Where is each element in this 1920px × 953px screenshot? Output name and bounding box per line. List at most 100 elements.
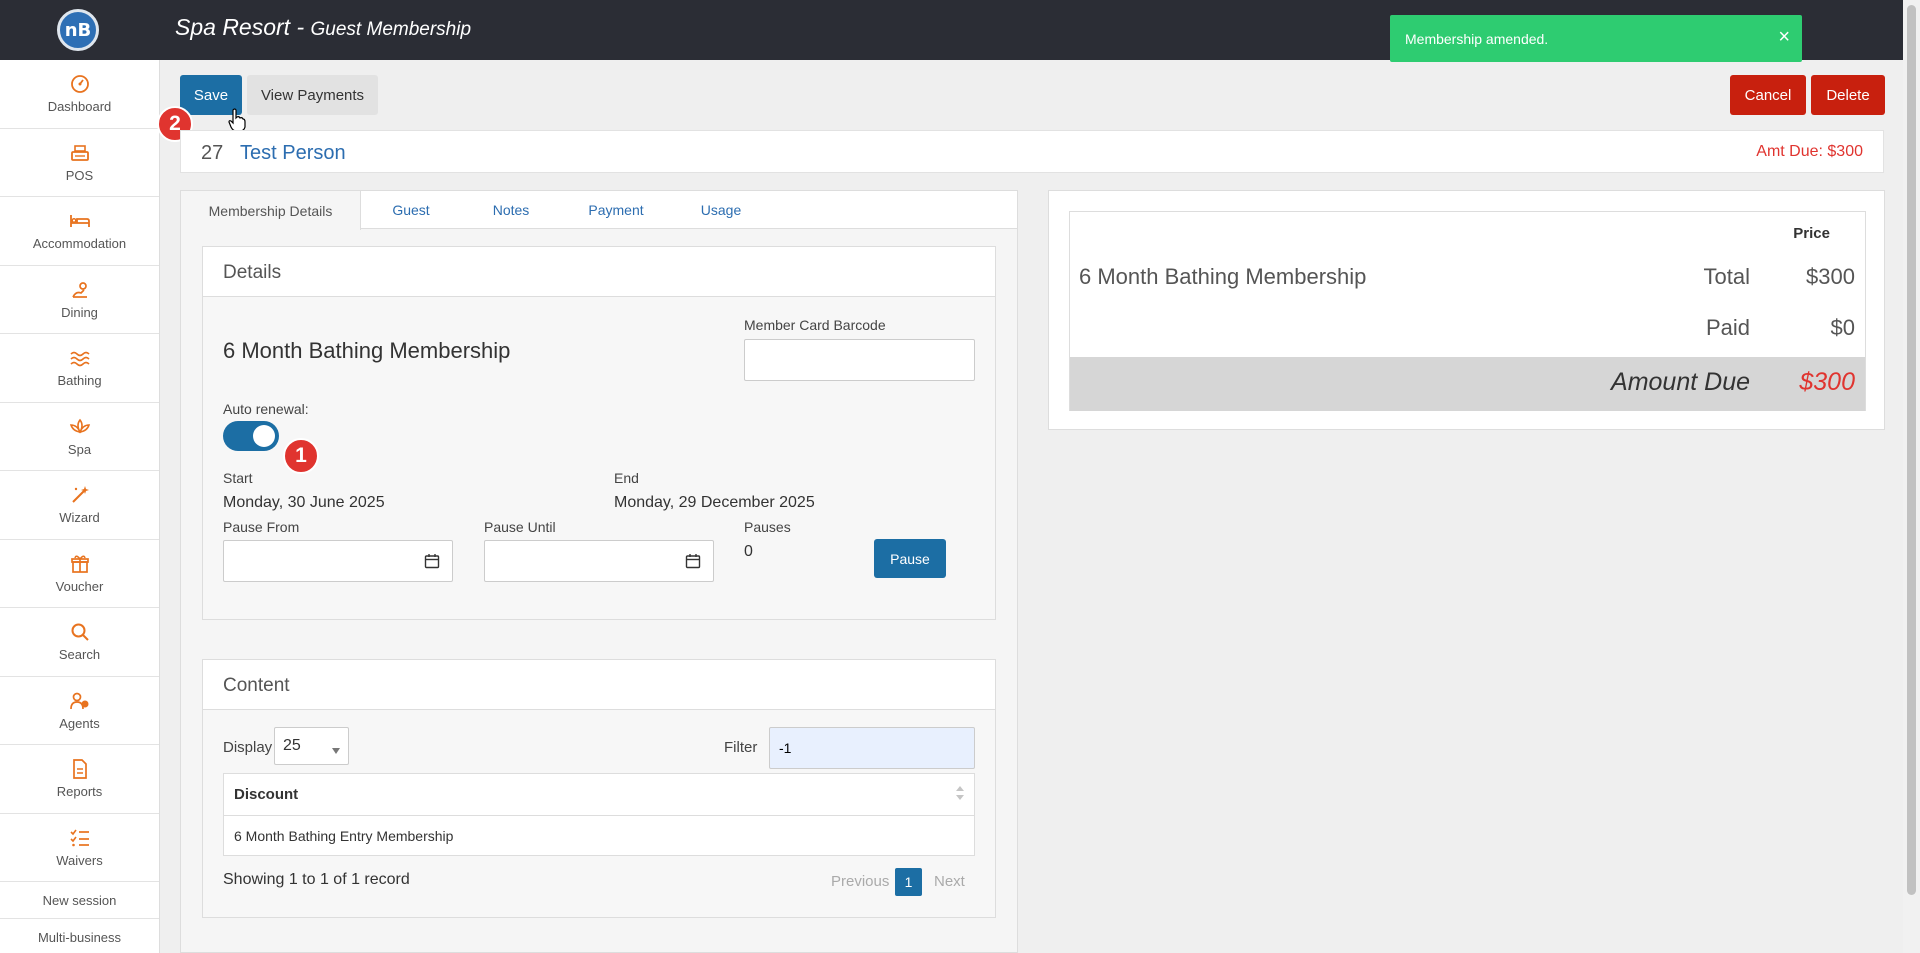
guest-name-link[interactable]: Test Person xyxy=(240,142,346,165)
sidebar-item-label: Dashboard xyxy=(47,99,112,115)
page-scrollbar[interactable] xyxy=(1903,0,1920,953)
filter-input[interactable] xyxy=(769,727,975,769)
person-header: 27 Test Person Amt Due: $300 xyxy=(180,130,1884,173)
previous-page-button[interactable]: Previous xyxy=(831,873,889,890)
calendar-icon[interactable] xyxy=(424,553,440,574)
table-row[interactable]: 6 Month Bathing Entry Membership xyxy=(224,816,974,855)
amount-due-label: Amt Due: $300 xyxy=(1756,143,1863,160)
pauses-label: Pauses xyxy=(744,519,791,535)
paid-label: Paid xyxy=(1705,315,1750,340)
pause-button[interactable]: Pause xyxy=(874,539,946,578)
sidebar-item-dining[interactable]: Dining xyxy=(0,266,159,334)
auto-renewal-label: Auto renewal: xyxy=(223,401,309,417)
table-header-discount[interactable]: Discount xyxy=(224,774,974,816)
close-icon[interactable]: × xyxy=(1778,27,1790,47)
magic-wand-icon xyxy=(69,484,91,506)
sidebar-item-search[interactable]: Search xyxy=(0,608,159,677)
paid-value: $0 xyxy=(1830,315,1855,340)
sidebar-item-waivers[interactable]: Waivers xyxy=(0,814,159,882)
pause-until-input[interactable] xyxy=(484,540,714,582)
calendar-icon[interactable] xyxy=(685,553,701,574)
amount-due-value: $300 xyxy=(1799,368,1855,396)
sidebar-item-agents[interactable]: Agents xyxy=(0,677,159,745)
pause-from-input[interactable] xyxy=(223,540,453,582)
page-title: Spa Resort - Guest Membership xyxy=(175,14,471,41)
display-select[interactable]: 25 xyxy=(274,727,349,765)
view-payments-button[interactable]: View Payments xyxy=(247,75,378,115)
sidebar-item-voucher[interactable]: Voucher xyxy=(0,540,159,608)
discount-table: Discount 6 Month Bathing Entry Membershi… xyxy=(223,773,975,856)
tab-membership-details[interactable]: Membership Details xyxy=(181,191,361,230)
app-title-text: Spa Resort xyxy=(175,14,291,40)
column-label: Discount xyxy=(234,786,299,803)
lotus-icon xyxy=(69,416,91,438)
sidebar-item-label: Waivers xyxy=(56,852,103,868)
content-heading: Content xyxy=(203,660,995,710)
price-summary: Price 6 Month Bathing Membership Total $… xyxy=(1069,211,1866,411)
cancel-button[interactable]: Cancel xyxy=(1730,75,1806,115)
records-summary: Showing 1 to 1 of 1 record xyxy=(223,871,410,888)
sort-icon xyxy=(956,786,964,804)
tab-bar: Membership Details Guest Notes Payment U… xyxy=(181,191,1017,230)
gift-icon xyxy=(69,553,91,575)
tab-usage[interactable]: Usage xyxy=(671,191,771,229)
page-1-button[interactable]: 1 xyxy=(895,868,922,896)
sidebar-item-accommodation[interactable]: Accommodation xyxy=(0,197,159,266)
logo-text: nB xyxy=(64,19,92,41)
next-page-button[interactable]: Next xyxy=(934,873,965,890)
membership-name: 6 Month Bathing Membership xyxy=(223,338,511,363)
search-icon xyxy=(69,621,91,643)
pause-from-label: Pause From xyxy=(223,519,300,535)
tab-payment[interactable]: Payment xyxy=(561,191,671,229)
pauses-count: 0 xyxy=(744,543,753,560)
total-label: Total xyxy=(1703,264,1750,289)
auto-renewal-toggle[interactable] xyxy=(223,421,279,451)
start-date: Monday, 30 June 2025 xyxy=(223,494,385,511)
chevron-down-icon xyxy=(332,741,340,759)
member-id: 27 xyxy=(201,142,224,164)
new-session-link[interactable]: New session xyxy=(0,882,159,919)
dining-icon xyxy=(69,279,91,301)
app-subtitle: Guest Membership xyxy=(310,19,472,40)
price-panel: Price 6 Month Bathing Membership Total $… xyxy=(1048,190,1885,430)
sidebar-item-pos[interactable]: POS xyxy=(0,129,159,197)
display-label: Display xyxy=(223,739,273,756)
sidebar-item-label: Reports xyxy=(56,784,103,800)
barcode-input[interactable] xyxy=(744,339,975,381)
price-column-header: Price xyxy=(1793,225,1830,242)
title-separator: - xyxy=(290,14,311,40)
barcode-label: Member Card Barcode xyxy=(744,317,886,333)
sidebar-item-label: Agents xyxy=(59,715,100,731)
sidebar-item-label: Voucher xyxy=(55,578,104,594)
start-label: Start xyxy=(223,470,253,486)
filter-label: Filter xyxy=(724,739,758,756)
sidebar-item-spa[interactable]: Spa xyxy=(0,403,159,471)
price-membership-name: 6 Month Bathing Membership xyxy=(1079,264,1367,289)
toggle-knob xyxy=(253,425,275,447)
delete-button[interactable]: Delete xyxy=(1811,75,1885,115)
sidebar-item-wizard[interactable]: Wizard xyxy=(0,471,159,540)
pause-until-label: Pause Until xyxy=(484,519,556,535)
sidebar-item-label: Accommodation xyxy=(32,236,127,252)
scrollbar-thumb[interactable] xyxy=(1907,5,1916,895)
sidebar-item-bathing[interactable]: Bathing xyxy=(0,334,159,403)
sidebar-item-label: Wizard xyxy=(59,510,100,526)
tab-guest[interactable]: Guest xyxy=(361,191,461,229)
success-toast: Membership amended. × xyxy=(1390,15,1802,62)
sidebar-item-label: Dining xyxy=(61,304,98,320)
step-badge-1: 1 xyxy=(283,438,319,474)
details-heading: Details xyxy=(203,247,995,297)
amount-due-label: Amount Due xyxy=(1611,368,1750,396)
tab-notes[interactable]: Notes xyxy=(461,191,561,229)
waves-icon xyxy=(69,347,91,369)
logo[interactable]: nB xyxy=(57,9,99,51)
sidebar-item-label: POS xyxy=(65,167,94,183)
register-icon xyxy=(69,142,91,164)
sidebar-item-dashboard[interactable]: Dashboard xyxy=(0,60,159,129)
sidebar-item-label: Search xyxy=(58,647,101,663)
sidebar-item-reports[interactable]: Reports xyxy=(0,745,159,814)
multi-business-link[interactable]: Multi-business xyxy=(0,919,159,953)
dashboard-icon xyxy=(69,73,91,95)
hand-cursor-icon xyxy=(228,108,246,132)
end-date: Monday, 29 December 2025 xyxy=(614,494,815,511)
